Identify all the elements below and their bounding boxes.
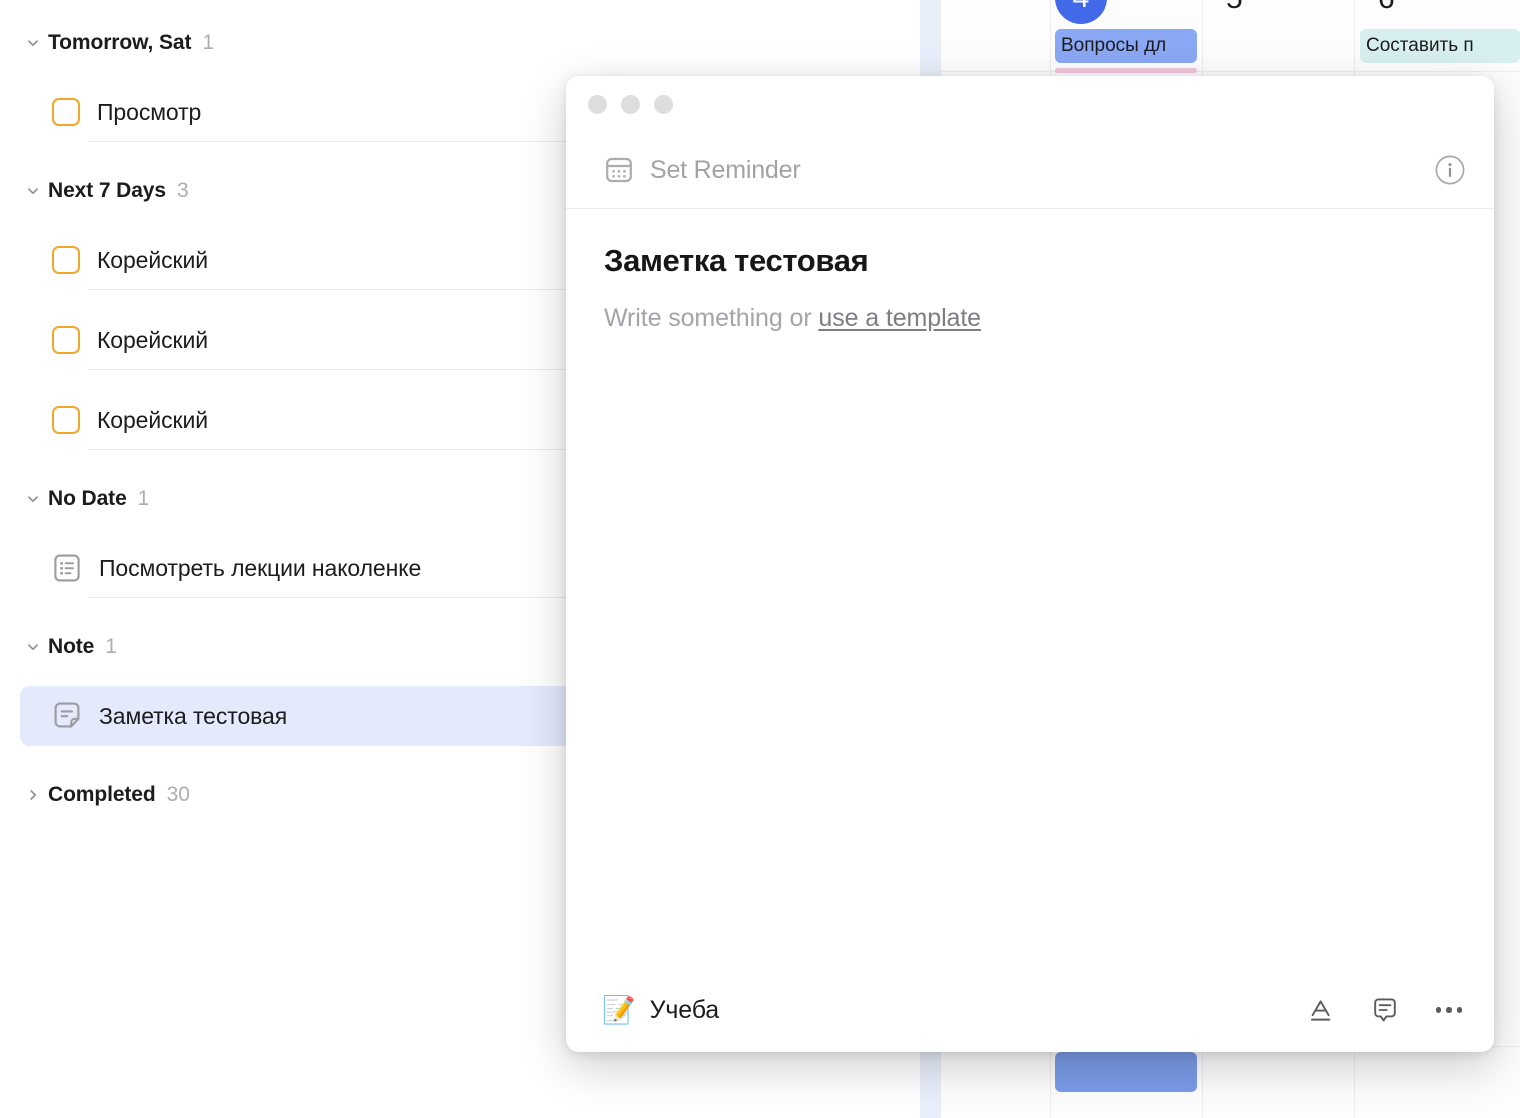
group-title: Note [48,635,94,659]
calendar-icon [604,155,634,185]
comment-icon[interactable] [1368,993,1402,1027]
chevron-down-icon[interactable] [24,490,42,508]
note-editor-body[interactable]: Заметка тестовая Write something or use … [566,209,1494,968]
note-title[interactable]: Заметка тестовая [604,242,1456,279]
close-window-button[interactable] [588,95,607,114]
maximize-window-button[interactable] [654,95,673,114]
note-detail-window: Set Reminder Заметка тестовая Write some… [566,76,1494,1052]
note-placeholder: Write something or use a template [604,304,1456,333]
footer-actions [1304,993,1466,1027]
checkbox-unchecked-icon[interactable] [52,326,80,354]
calendar-divider [940,71,1520,72]
group-count: 1 [105,635,117,659]
group-title: Completed [48,783,156,807]
checkbox-unchecked-icon[interactable] [52,406,80,434]
group-title: Next 7 Days [48,179,166,203]
group-title: Tomorrow, Sat [48,31,191,55]
task-label: Корейский [97,407,208,434]
chevron-down-icon[interactable] [24,638,42,656]
group-title: No Date [48,487,127,511]
calendar-event-chip[interactable]: Вопросы дл [1055,29,1197,63]
group-header-no-date[interactable]: No Date 1 [0,484,149,514]
task-label: Просмотр [97,99,201,126]
use-a-template-link[interactable]: use a template [818,304,981,332]
calendar-day-number[interactable]: 6 [1378,0,1395,14]
memo-emoji-icon: 📝 [602,997,636,1024]
task-label: Корейский [97,247,208,274]
note-placeholder-prefix: Write something or [604,304,818,332]
text-format-icon[interactable] [1304,993,1338,1027]
minimize-window-button[interactable] [621,95,640,114]
calendar-event-chip-partial[interactable] [1055,1052,1197,1092]
checkbox-unchecked-icon[interactable] [52,246,80,274]
set-reminder-button[interactable]: Set Reminder [604,155,1434,185]
calendar-event-chip-partial[interactable] [1055,68,1197,73]
ellipsis-dots [1436,1007,1463,1013]
group-count: 1 [202,31,214,55]
calendar-day-number[interactable]: 5 [1226,0,1243,14]
window-titlebar[interactable] [566,76,1494,132]
group-count: 30 [167,783,190,807]
reminder-bar: Set Reminder [566,132,1494,209]
more-options-icon[interactable] [1432,993,1466,1027]
checkbox-unchecked-icon[interactable] [52,98,80,126]
chevron-down-icon[interactable] [24,34,42,52]
group-header-note[interactable]: Note 1 [0,632,117,662]
note-footer: 📝 Учеба [566,968,1494,1052]
task-label: Корейский [97,327,208,354]
group-header-next-7-days[interactable]: Next 7 Days 3 [0,176,189,206]
note-folder[interactable]: 📝 Учеба [602,996,1304,1025]
group-count: 3 [177,179,189,203]
calendar-event-chip[interactable]: Составить п [1360,29,1520,63]
info-icon[interactable] [1434,154,1466,186]
app-window: 4 5 6 Вопросы дл Составить п Tomorrow, S… [0,0,1520,1118]
group-count: 1 [138,487,150,511]
group-header-tomorrow[interactable]: Tomorrow, Sat 1 [0,28,214,58]
note-folder-name: Учеба [650,996,719,1025]
task-label: Заметка тестовая [99,703,287,730]
note-icon[interactable] [52,701,82,731]
group-header-completed[interactable]: Completed 30 [0,780,190,810]
checklist-document-icon[interactable] [52,553,82,583]
set-reminder-label: Set Reminder [650,156,800,185]
task-label: Посмотреть лекции наколенке [99,555,421,582]
chevron-down-icon[interactable] [24,182,42,200]
chevron-right-icon[interactable] [24,786,42,804]
